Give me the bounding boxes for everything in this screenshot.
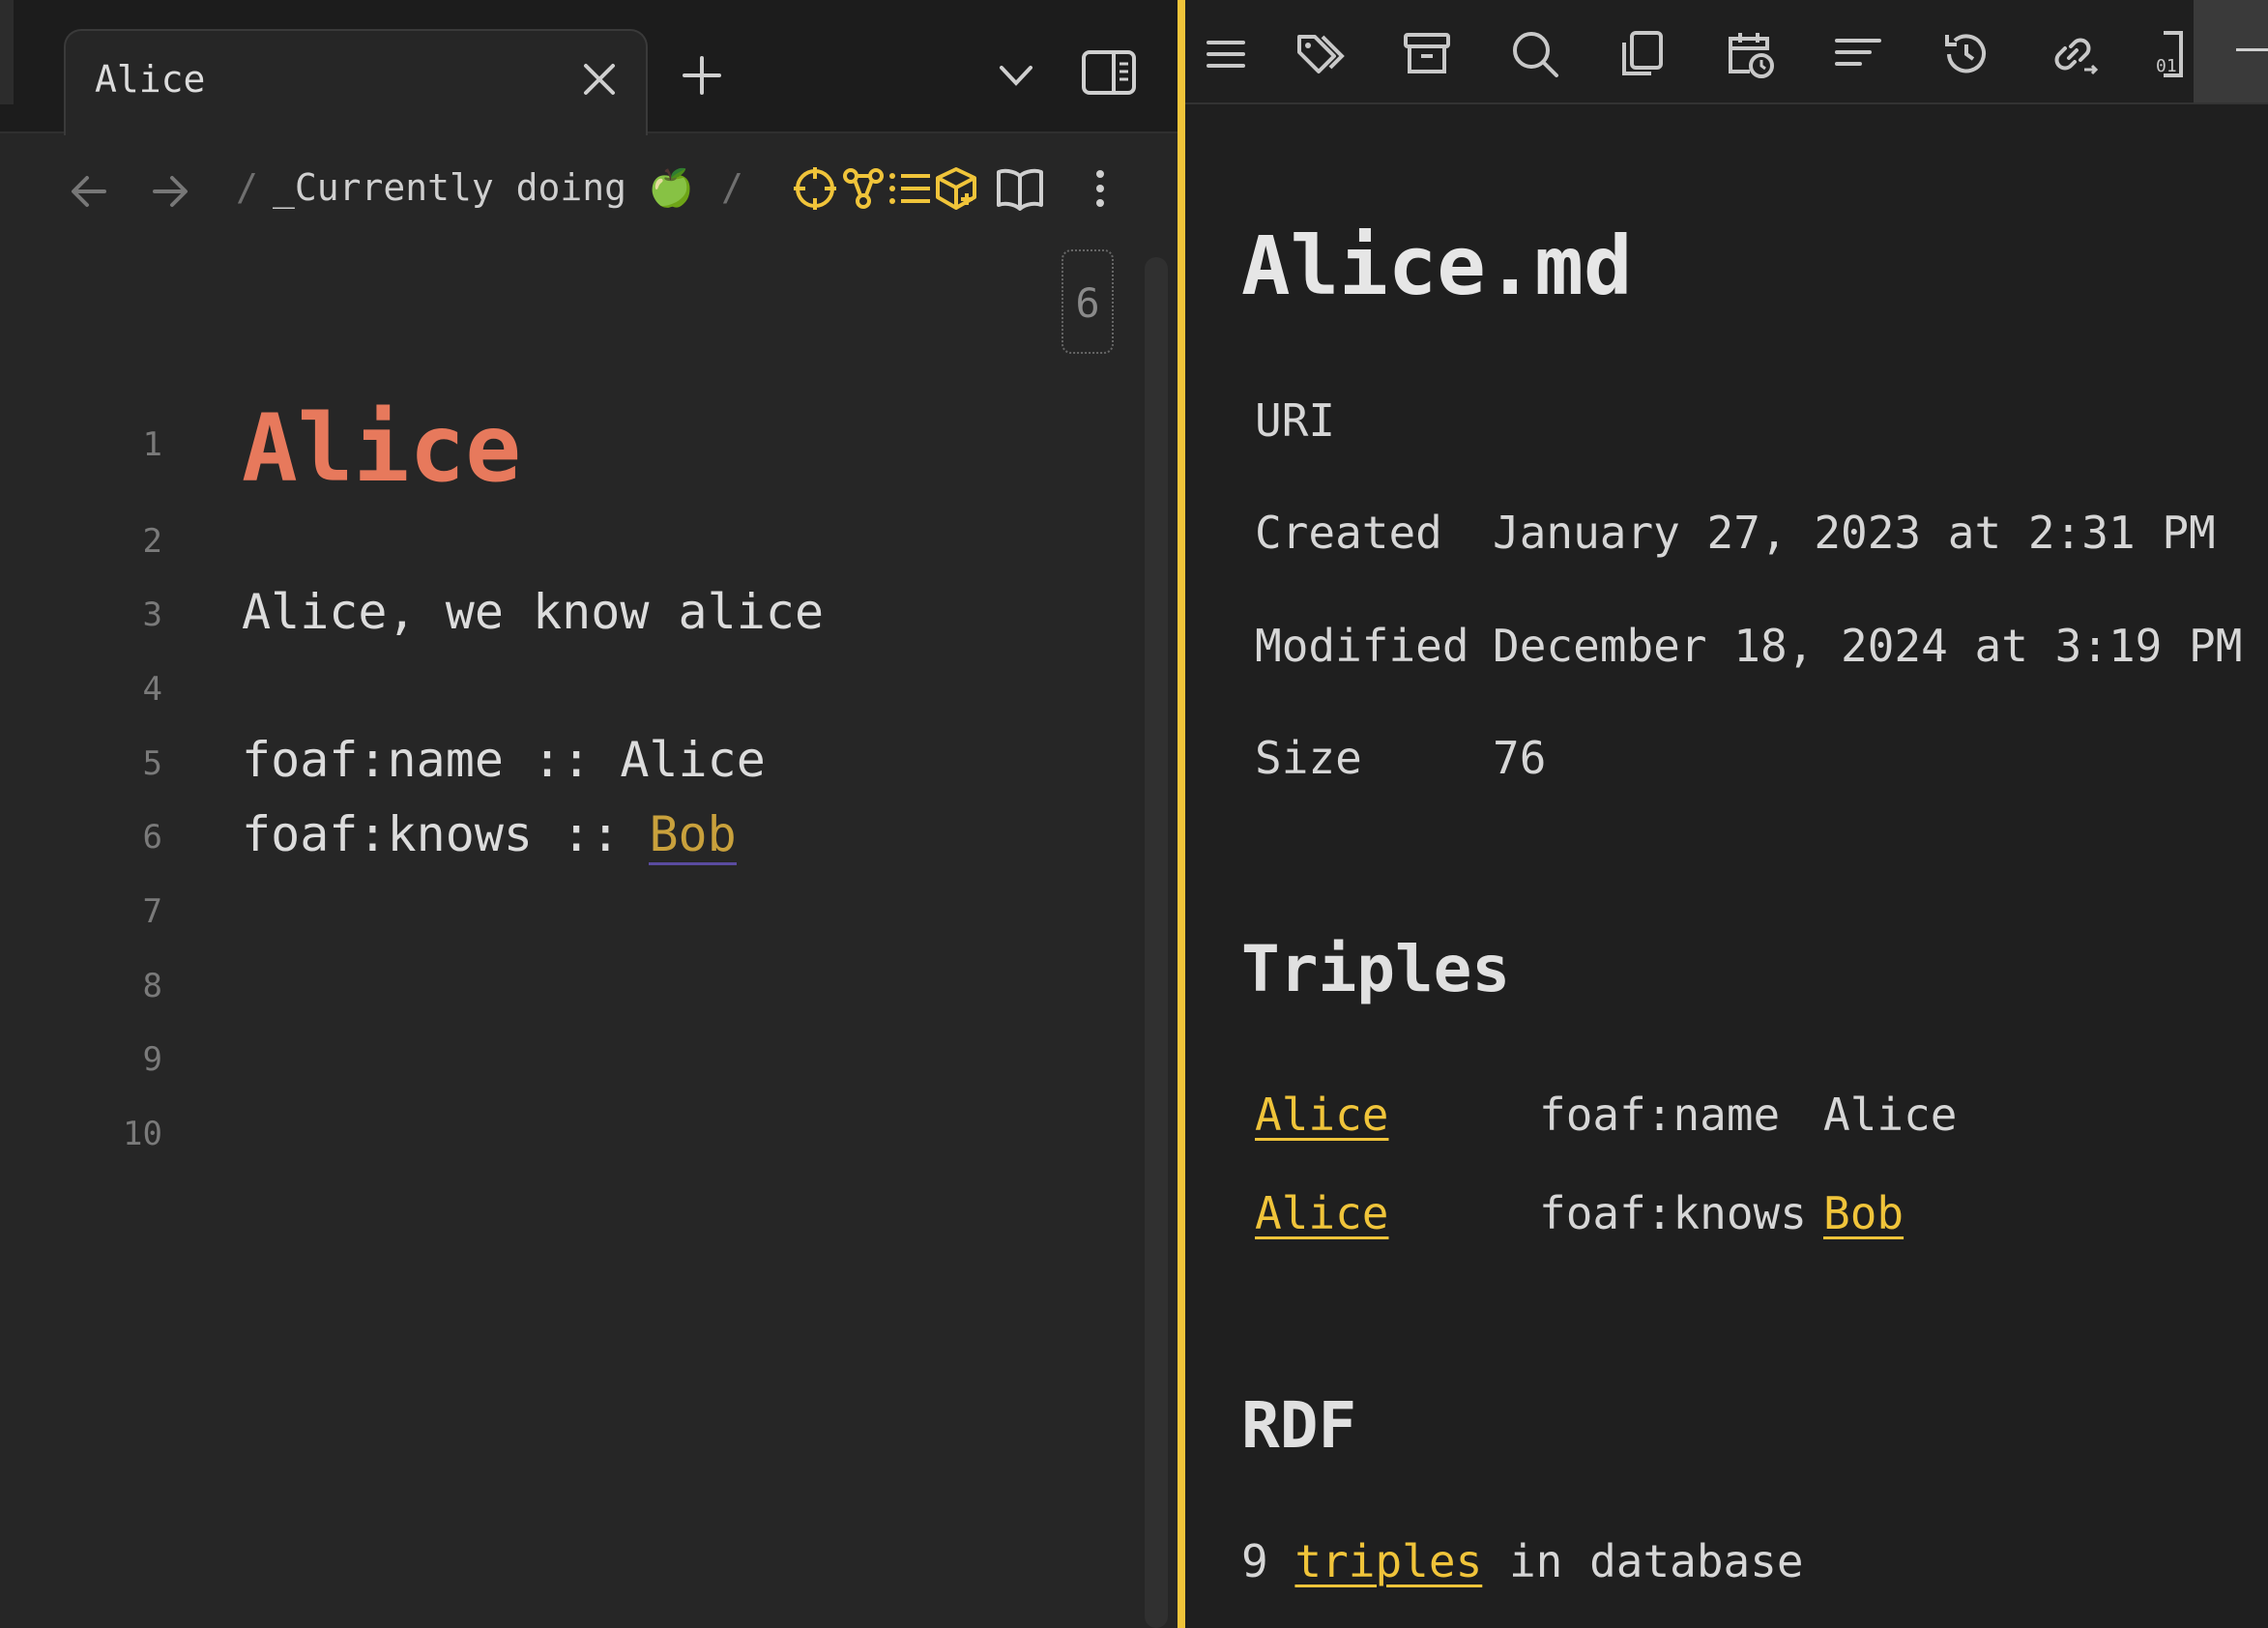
collapse-button[interactable] — [2194, 0, 2268, 102]
line-number: 4 — [142, 670, 162, 709]
tab-bar-edge — [0, 0, 14, 104]
book-open-icon[interactable] — [996, 166, 1044, 215]
editor-line-6[interactable]: foaf:knows :: Bob — [242, 806, 737, 865]
pane-divider[interactable] — [1178, 0, 1185, 1628]
meta-label-created: Created — [1255, 507, 1442, 559]
line-number: 6 — [142, 818, 162, 857]
svg-text:01: 01 — [2156, 56, 2177, 76]
meta-label-size: Size — [1255, 732, 1362, 784]
new-tab-icon[interactable] — [679, 52, 725, 102]
file-title: Alice.md — [1241, 218, 1633, 313]
breadcrumb-separator: / — [721, 166, 743, 209]
line-number: 3 — [142, 596, 162, 634]
more-options-icon[interactable] — [1090, 166, 1110, 215]
breadcrumb-folder[interactable]: _Currently doing 🍏 — [273, 166, 694, 210]
forward-arrow-icon[interactable] — [149, 170, 191, 217]
line-number: 10 — [123, 1115, 162, 1153]
tab-title: Alice — [95, 58, 206, 101]
minimize-icon — [2236, 48, 2268, 51]
editor-line-5[interactable]: foaf:name :: Alice — [242, 732, 766, 788]
line-number: 2 — [142, 522, 162, 561]
chevron-down-icon[interactable] — [996, 58, 1036, 97]
metadata-pane: 01 Alice.md URI Created January 27, 2023… — [1185, 0, 2268, 1628]
rdf-heading: RDF — [1241, 1388, 1357, 1463]
rdf-triples-link[interactable]: triples — [1294, 1535, 1482, 1587]
rdf-suffix: in database — [1508, 1535, 1804, 1587]
rdf-count: 9 — [1241, 1535, 1268, 1587]
archive-icon[interactable] — [1400, 27, 1454, 81]
graph-nodes-icon[interactable] — [841, 166, 886, 215]
editor-scrollbar[interactable] — [1145, 257, 1168, 1628]
editor-line-3[interactable]: Alice, we know alice — [242, 584, 824, 640]
meta-label-modified: Modified — [1255, 620, 1469, 672]
copy-icon[interactable] — [1614, 27, 1669, 81]
line-number: 7 — [142, 892, 162, 931]
history-icon[interactable] — [1939, 27, 1993, 81]
calendar-clock-icon[interactable] — [1723, 27, 1777, 81]
meta-value-modified: December 18, 2024 at 3:19 PM — [1493, 620, 2243, 672]
outline-icon[interactable] — [1831, 27, 1885, 81]
triple-predicate: foaf:knows — [1539, 1187, 1807, 1239]
sidebar-toggle-icon[interactable] — [1081, 48, 1137, 101]
tab-bar: Alice — [0, 0, 1178, 135]
tab-alice[interactable]: Alice — [64, 29, 648, 135]
triples-heading: Triples — [1241, 932, 1511, 1006]
triple-predicate: foaf:name — [1539, 1089, 1781, 1141]
tags-icon[interactable] — [1294, 27, 1348, 81]
editor-pane: Alice / _Currently doing 🍏 / 6 1 2 3 4 5… — [0, 0, 1178, 1628]
line-number: 5 — [142, 744, 162, 783]
link-arrow-icon[interactable] — [2046, 27, 2100, 81]
line-number: 1 — [142, 425, 162, 464]
list-icon[interactable] — [887, 166, 932, 215]
triple-object-link[interactable]: Bob — [1823, 1187, 1904, 1239]
crosshair-icon[interactable] — [793, 166, 837, 215]
fold-count-badge[interactable]: 6 — [1061, 249, 1114, 354]
breadcrumb-separator: / — [236, 166, 258, 209]
editor-line-6-text: foaf:knows :: — [242, 806, 650, 862]
right-toolbar: 01 — [1185, 0, 2268, 104]
rdf-summary: 9 triples in database — [1241, 1535, 1804, 1587]
note-heading[interactable]: Alice — [242, 394, 521, 503]
line-number: 9 — [142, 1040, 162, 1079]
package-plus-icon[interactable] — [934, 166, 978, 215]
close-icon[interactable] — [578, 58, 621, 101]
menu-icon[interactable] — [1199, 27, 1253, 81]
line-number: 8 — [142, 967, 162, 1005]
meta-value-created: January 27, 2023 at 2:31 PM — [1493, 507, 2216, 559]
meta-label-uri: URI — [1255, 394, 1336, 447]
meta-value-size: 76 — [1493, 732, 1547, 784]
search-icon[interactable] — [1508, 27, 1562, 81]
triple-subject-link[interactable]: Alice — [1255, 1187, 1388, 1239]
wikilink-bob[interactable]: Bob — [649, 806, 737, 865]
triple-object: Alice — [1823, 1089, 1958, 1141]
triple-subject-link[interactable]: Alice — [1255, 1089, 1388, 1141]
back-arrow-icon[interactable] — [68, 170, 110, 217]
